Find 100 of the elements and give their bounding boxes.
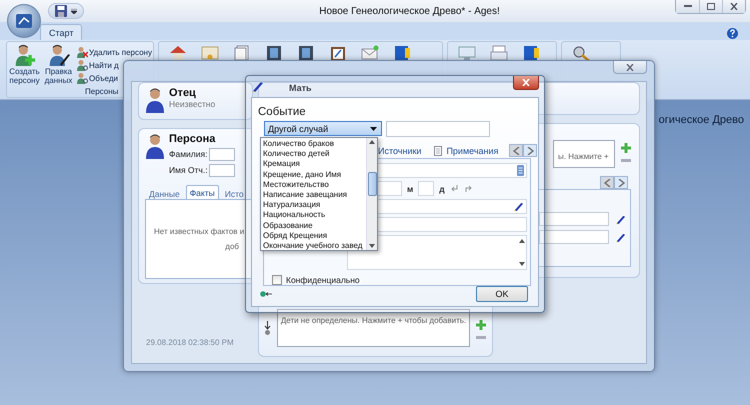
tab[interactable]: Источники — [376, 146, 424, 156]
dropdown-item[interactable]: Количество браков — [263, 139, 366, 150]
tab[interactable]: Факты — [186, 185, 219, 199]
dropdown-item[interactable]: Крещение, дано Имя — [263, 170, 366, 180]
dropdown-item[interactable]: Кремация — [263, 159, 366, 170]
field-label: Фамилия: — [169, 149, 208, 159]
input-field[interactable] — [386, 121, 490, 137]
certificate-icon[interactable] — [200, 45, 219, 61]
section-label: Событие — [257, 106, 307, 118]
scrollbar-thumb[interactable] — [368, 172, 377, 196]
ribbon-button[interactable]: Объеди — [76, 72, 152, 84]
dropdown-item[interactable]: Окончание учебного завед — [263, 240, 366, 250]
previous-button[interactable] — [600, 176, 614, 189]
film-icon[interactable] — [264, 45, 283, 61]
minimize-icon — [684, 5, 692, 8]
hint-text: ы. Нажмите + — [558, 152, 609, 161]
tab[interactable]: Примечания — [432, 146, 500, 156]
checkbox[interactable] — [272, 275, 282, 285]
dropdown-item[interactable]: Обряд Крещения — [263, 230, 366, 241]
person-avatar-icon — [145, 133, 165, 159]
ribbon-button[interactable]: Удалить персону — [76, 46, 152, 58]
scroll-up-icon[interactable] — [369, 140, 375, 144]
arrow-icon[interactable] — [450, 184, 459, 193]
ok-button[interactable]: OK — [476, 286, 528, 302]
plus-icon[interactable] — [476, 320, 486, 330]
previous-icon[interactable] — [604, 178, 610, 186]
close-button[interactable] — [722, 0, 745, 13]
help-icon[interactable] — [727, 28, 738, 39]
magnifier-icon[interactable] — [572, 45, 590, 61]
clipboard-icon[interactable] — [328, 45, 347, 61]
envelope-icon[interactable] — [360, 45, 379, 61]
person-avatar-icon — [145, 87, 165, 113]
field-label: д — [439, 184, 445, 194]
ribbon-button[interactable]: Правка данных — [42, 44, 75, 86]
close-button[interactable] — [513, 76, 539, 90]
monitor-icon[interactable] — [458, 45, 476, 61]
scroll-down-icon[interactable] — [369, 244, 375, 248]
pen-icon — [615, 232, 626, 242]
list-icon — [517, 165, 524, 176]
minimize-button[interactable] — [676, 0, 699, 13]
previous-icon[interactable] — [512, 146, 520, 154]
next-icon[interactable] — [618, 178, 624, 186]
edit-person-icon — [48, 44, 70, 66]
pen-icon — [251, 80, 264, 93]
printer-icon[interactable] — [490, 45, 508, 61]
ribbon-tab[interactable]: Старт — [40, 24, 82, 40]
dropdown-item[interactable]: Натурализация — [263, 200, 366, 210]
plus-icon[interactable] — [621, 143, 631, 153]
empty-message: доб — [224, 242, 240, 251]
note-icon — [434, 146, 442, 156]
input-field[interactable] — [539, 212, 609, 226]
card-title: Персона — [169, 133, 216, 145]
house-icon[interactable] — [168, 45, 187, 61]
card-title: Отец — [169, 87, 197, 99]
add-person-icon — [14, 44, 36, 66]
group-label: Персоны — [84, 86, 120, 97]
checkbox-label: Конфиденциально — [286, 275, 360, 285]
next-button[interactable] — [614, 176, 628, 189]
spouse-list[interactable]: ы. Нажмите + — [553, 140, 615, 168]
dropdown-caret-icon[interactable] — [71, 8, 77, 14]
close-icon — [522, 79, 530, 86]
maximize-button[interactable] — [699, 0, 722, 13]
next-button[interactable] — [523, 144, 538, 157]
remove-person-icon — [76, 46, 88, 58]
dropdown-item[interactable]: Количество детей — [263, 149, 366, 160]
book-icon[interactable] — [522, 45, 540, 61]
dropdown-item[interactable]: Образование — [263, 220, 366, 231]
card-title: Мать — [289, 83, 313, 93]
scroll-up-icon[interactable] — [518, 239, 524, 243]
dropdown-item[interactable]: Написание завещания — [263, 190, 366, 200]
documents-icon[interactable] — [232, 45, 251, 61]
event-type-dropdown[interactable]: Другой случай — [264, 121, 382, 136]
ribbon-button[interactable]: Создать персону — [8, 44, 41, 86]
children-list[interactable]: Дети не определены. Нажмите + чтобы добавить. — [277, 309, 470, 347]
arrow-icon[interactable] — [464, 184, 473, 193]
book-icon[interactable] — [392, 45, 411, 61]
hint-text: Дети не определены. Нажмите + чтобы добавить. — [280, 316, 466, 325]
input-field[interactable] — [209, 148, 235, 160]
scrollbar[interactable] — [366, 138, 377, 250]
close-button[interactable] — [613, 61, 647, 74]
tab[interactable]: Данные — [145, 187, 184, 199]
previous-button[interactable] — [509, 144, 524, 157]
input-field[interactable] — [539, 230, 609, 244]
field-label: Имя Отч.: — [169, 165, 209, 175]
dropdown-item[interactable]: Национальность — [263, 210, 366, 220]
next-icon[interactable] — [526, 146, 534, 154]
merge-persons-icon — [76, 72, 88, 84]
scroll-down-icon[interactable] — [518, 262, 524, 266]
tab[interactable]: Исто — [220, 187, 248, 199]
ribbon-button[interactable]: Найти д — [76, 59, 152, 71]
field-label: м — [407, 184, 414, 194]
film-icon[interactable] — [296, 45, 315, 61]
save-icon[interactable] — [55, 5, 67, 17]
pen-icon — [513, 201, 524, 212]
back-arrow-icon[interactable] — [260, 291, 272, 297]
input-field[interactable] — [209, 164, 235, 176]
day-field[interactable] — [418, 181, 434, 196]
tree-heading: огическое Древо — [658, 114, 744, 128]
dropdown-item[interactable]: Местожительство — [263, 180, 366, 190]
find-person-icon — [76, 59, 88, 71]
